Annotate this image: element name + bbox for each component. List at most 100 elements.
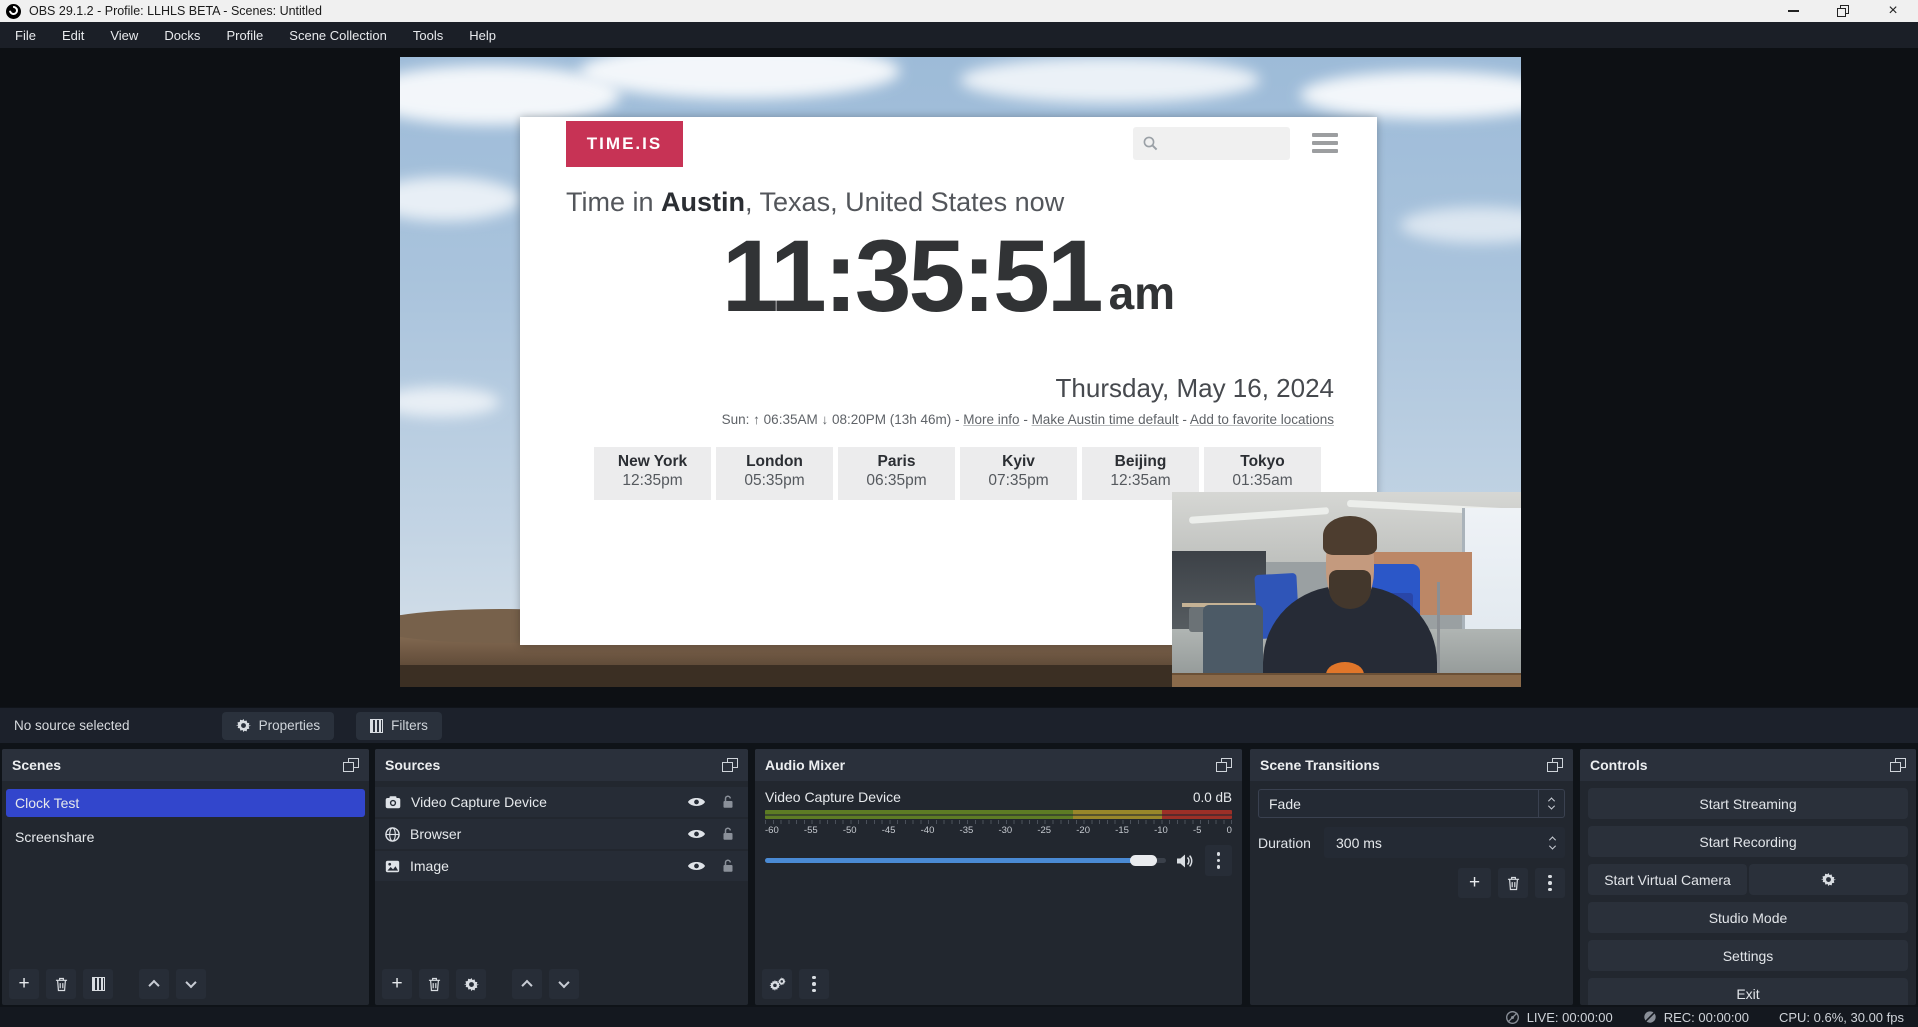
city-london[interactable]: London05:35pm: [716, 447, 833, 500]
menu-edit[interactable]: Edit: [49, 22, 97, 48]
visibility-eye-icon[interactable]: [687, 860, 706, 872]
minimize-icon: [1788, 10, 1799, 12]
timeis-heading: Time in Austin, Texas, United States now: [566, 187, 1064, 218]
timeis-search-input[interactable]: [1133, 127, 1290, 160]
more-info-link[interactable]: More info: [963, 412, 1019, 427]
popout-icon[interactable]: [343, 758, 359, 772]
remove-scene-button[interactable]: [46, 969, 76, 999]
lock-icon[interactable]: [722, 795, 734, 809]
speaker-icon[interactable]: [1176, 853, 1195, 869]
camera-icon: [385, 796, 401, 809]
trash-icon: [1507, 876, 1520, 891]
popout-icon[interactable]: [1547, 758, 1563, 772]
popout-icon[interactable]: [722, 758, 738, 772]
minimize-button[interactable]: [1768, 0, 1818, 22]
move-scene-down-button[interactable]: [176, 969, 206, 999]
settings-button[interactable]: Settings: [1588, 940, 1908, 971]
restore-icon: [1837, 5, 1849, 17]
cloud: [1300, 71, 1521, 119]
volume-slider[interactable]: [765, 858, 1166, 863]
add-source-button[interactable]: +: [382, 969, 412, 999]
mixer-volume-db: 0.0 dB: [1193, 790, 1232, 805]
mixer-channel-name: Video Capture Device: [765, 789, 1193, 805]
volume-slider-handle[interactable]: [1130, 855, 1157, 866]
filters-button[interactable]: Filters: [356, 712, 442, 740]
scenes-header[interactable]: Scenes: [2, 749, 369, 781]
menu-view[interactable]: View: [97, 22, 151, 48]
popout-icon[interactable]: [1216, 758, 1232, 772]
city-paris[interactable]: Paris06:35pm: [838, 447, 955, 500]
virtual-camera-settings-button[interactable]: [1749, 864, 1908, 895]
add-scene-button[interactable]: +: [9, 969, 39, 999]
exit-button[interactable]: Exit: [1588, 978, 1908, 1005]
visibility-eye-icon[interactable]: [687, 828, 706, 840]
source-toolbar: No source selected Properties Filters: [0, 707, 1918, 743]
visibility-eye-icon[interactable]: [687, 796, 706, 808]
cloud: [1400, 207, 1521, 243]
person-hair: [1323, 516, 1376, 555]
source-row-browser[interactable]: Browser: [375, 819, 748, 849]
trash-icon: [55, 977, 68, 992]
start-recording-button[interactable]: Start Recording: [1588, 826, 1908, 857]
menu-scene-collection[interactable]: Scene Collection: [276, 22, 400, 48]
menu-profile[interactable]: Profile: [213, 22, 276, 48]
scene-preview[interactable]: TIME.IS Time in Austin, Texas, United St…: [400, 57, 1521, 687]
remove-transition-button[interactable]: [1498, 868, 1528, 898]
transition-select-spinner[interactable]: [1538, 790, 1564, 817]
menu-docks[interactable]: Docks: [151, 22, 213, 48]
cloud: [400, 387, 500, 417]
clock-time: 11:35:51: [722, 223, 1101, 330]
preview-area[interactable]: TIME.IS Time in Austin, Texas, United St…: [0, 48, 1918, 707]
scene-transitions-header[interactable]: Scene Transitions: [1250, 749, 1573, 781]
lock-icon[interactable]: [722, 859, 734, 873]
live-time: LIVE: 00:00:00: [1527, 1010, 1613, 1025]
obs-logo-icon: [6, 4, 21, 19]
transition-menu-button[interactable]: [1535, 868, 1565, 898]
add-transition-button[interactable]: +: [1458, 868, 1491, 898]
scene-item-screenshare[interactable]: Screenshare: [6, 823, 365, 851]
restore-button[interactable]: [1818, 0, 1868, 22]
sources-header[interactable]: Sources: [375, 749, 748, 781]
start-virtual-camera-button[interactable]: Start Virtual Camera: [1588, 864, 1747, 895]
mixer-menu-button[interactable]: [799, 969, 829, 999]
start-streaming-button[interactable]: Start Streaming: [1588, 788, 1908, 819]
hamburger-menu-icon[interactable]: [1312, 133, 1338, 153]
scene-filters-button[interactable]: [83, 969, 113, 999]
mixer-channel-menu-button[interactable]: [1205, 845, 1232, 876]
menu-help[interactable]: Help: [456, 22, 509, 48]
properties-button[interactable]: Properties: [222, 712, 335, 740]
kebab-icon: [1548, 875, 1552, 892]
move-scene-up-button[interactable]: [139, 969, 169, 999]
filter-icon: [92, 977, 105, 991]
chevron-up-icon: [521, 980, 532, 991]
audio-mixer-title: Audio Mixer: [765, 757, 1216, 773]
lock-icon[interactable]: [722, 827, 734, 841]
city-newyork[interactable]: New York12:35pm: [594, 447, 711, 500]
audio-mixer-header[interactable]: Audio Mixer: [755, 749, 1242, 781]
close-icon: ×: [1888, 3, 1897, 19]
popout-icon[interactable]: [1890, 758, 1906, 772]
city-kyiv[interactable]: Kyiv07:35pm: [960, 447, 1077, 500]
source-row-video-capture[interactable]: Video Capture Device: [375, 787, 748, 817]
sources-title: Sources: [385, 757, 722, 773]
studio-mode-button[interactable]: Studio Mode: [1588, 902, 1908, 933]
duration-spinner[interactable]: [1539, 836, 1565, 850]
move-source-up-button[interactable]: [512, 969, 542, 999]
scene-item-clock-test[interactable]: Clock Test: [6, 789, 365, 817]
make-default-link[interactable]: Make Austin time default: [1032, 412, 1179, 427]
advanced-audio-button[interactable]: [762, 969, 792, 999]
webcam-source[interactable]: [1172, 492, 1521, 687]
controls-header[interactable]: Controls: [1580, 749, 1916, 781]
source-properties-button[interactable]: [456, 969, 486, 999]
timeis-logo: TIME.IS: [566, 121, 683, 167]
transition-select[interactable]: Fade: [1258, 789, 1565, 818]
move-source-down-button[interactable]: [549, 969, 579, 999]
source-row-image[interactable]: Image: [375, 851, 748, 881]
favorite-link[interactable]: Add to favorite locations: [1190, 412, 1334, 427]
close-button[interactable]: ×: [1868, 0, 1918, 22]
menu-tools[interactable]: Tools: [400, 22, 456, 48]
gear-icon: [464, 977, 479, 992]
menu-file[interactable]: File: [2, 22, 49, 48]
remove-source-button[interactable]: [419, 969, 449, 999]
duration-input[interactable]: 300 ms: [1324, 827, 1565, 858]
